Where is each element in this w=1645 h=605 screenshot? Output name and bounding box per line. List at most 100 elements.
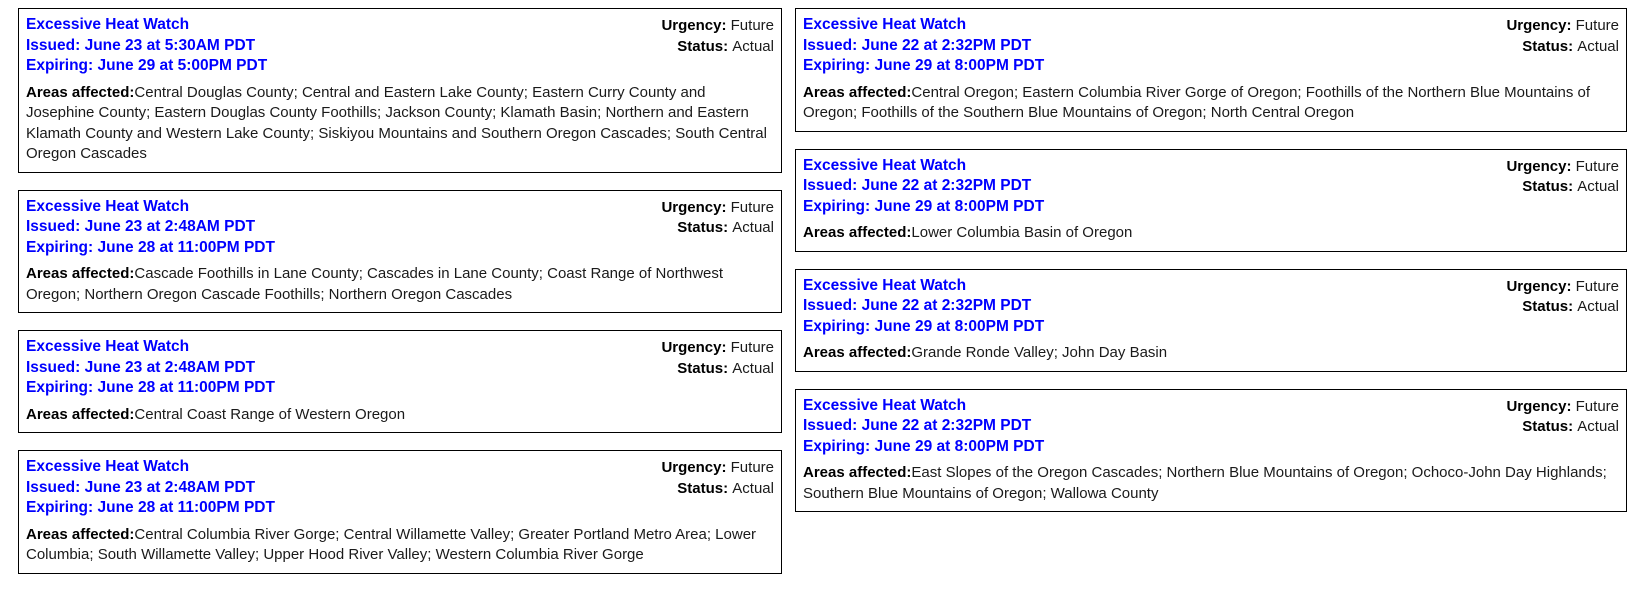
urgency-value: Future [730,339,774,356]
alert-urgency-row: Urgency: Future [1506,277,1619,298]
alert-card[interactable]: Excessive Heat Watch Issued: June 22 at … [795,148,1627,252]
alert-headline-block: Excessive Heat Watch Issued: June 23 at … [26,197,275,259]
alert-expiring-time: Expiring: June 29 at 8:00PM PDT [803,317,1045,335]
areas-affected-value: Central Oregon; Eastern Columbia River G… [803,83,1591,122]
status-label: Status: [1522,37,1574,55]
status-value: Actual [1577,298,1619,315]
status-label: Status: [677,37,729,55]
alert-card[interactable]: Excessive Heat Watch Issued: June 23 at … [18,330,782,433]
alert-card[interactable]: Excessive Heat Watch Issued: June 23 at … [18,189,782,313]
alert-card-header: Excessive Heat Watch Issued: June 22 at … [803,276,1619,338]
alert-areas-row: Areas affected:Central Oregon; Eastern C… [803,83,1619,124]
alert-headline-block: Excessive Heat Watch Issued: June 23 at … [26,15,267,77]
alert-urgency-row: Urgency: Future [1506,397,1619,418]
urgency-label: Urgency: [661,198,727,216]
alert-urgency-row: Urgency: Future [661,16,774,37]
urgency-label: Urgency: [661,17,727,34]
alert-meta-block: Urgency: Future Status: Actual [661,197,774,239]
alert-areas-row: Areas affected:Grande Ronde Valley; John… [803,343,1619,364]
alert-areas-row: Areas affected:Central Coast Range of We… [26,405,774,426]
alert-status-row: Status: Actual [677,37,774,58]
urgency-value: Future [1575,397,1619,415]
areas-affected-label: Areas affected: [26,83,135,101]
alert-areas-row: Areas affected:Central Columbia River Go… [26,525,774,566]
alert-status-row: Status: Actual [677,218,774,239]
status-label: Status: [677,479,729,497]
alert-headline-block: Excessive Heat Watch Issued: June 23 at … [26,337,275,399]
areas-affected-label: Areas affected: [26,405,135,423]
alert-issued-time: Issued: June 22 at 2:32PM PDT [803,297,1032,314]
urgency-label: Urgency: [1506,277,1572,295]
status-label: Status: [677,219,729,236]
alert-card-header: Excessive Heat Watch Issued: June 22 at … [803,396,1619,458]
alert-card[interactable]: Excessive Heat Watch Issued: June 23 at … [18,8,782,173]
alert-urgency-row: Urgency: Future [661,338,774,359]
urgency-value: Future [1575,277,1619,295]
alert-urgency-row: Urgency: Future [1506,16,1619,37]
alert-status-row: Status: Actual [1522,417,1619,438]
alerts-board: Excessive Heat Watch Issued: June 23 at … [0,0,1645,591]
alert-card-header: Excessive Heat Watch Issued: June 22 at … [803,156,1619,218]
alert-expiring-time: Expiring: June 28 at 11:00PM PDT [26,379,275,396]
alert-issued-time: Issued: June 22 at 2:32PM PDT [803,177,1032,194]
alert-meta-block: Urgency: Future Status: Actual [1506,156,1619,198]
alert-event-title: Excessive Heat Watch [26,458,190,475]
alert-status-row: Status: Actual [1522,37,1619,58]
status-value: Actual [1577,37,1619,55]
areas-affected-value: East Slopes of the Oregon Cascades; Nort… [803,464,1607,502]
urgency-value: Future [1575,17,1619,34]
areas-affected-label: Areas affected: [803,464,912,481]
alert-card[interactable]: Excessive Heat Watch Issued: June 22 at … [795,268,1627,372]
status-value: Actual [732,479,774,497]
alert-headline-block: Excessive Heat Watch Issued: June 22 at … [803,156,1044,218]
alert-areas-row: Areas affected:Central Douglas County; C… [26,83,774,165]
urgency-value: Future [1575,157,1619,175]
status-value: Actual [732,219,774,236]
alert-issued-time: Issued: June 23 at 2:48AM PDT [26,218,256,235]
alert-expiring-time: Expiring: June 28 at 11:00PM PDT [26,238,275,256]
alert-status-row: Status: Actual [677,479,774,500]
alert-card-header: Excessive Heat Watch Issued: June 23 at … [26,337,774,399]
alert-areas-row: Areas affected:East Slopes of the Oregon… [803,463,1619,504]
alert-meta-block: Urgency: Future Status: Actual [661,457,774,499]
alert-issued-time: Issued: June 23 at 2:48AM PDT [26,358,256,376]
alert-meta-block: Urgency: Future Status: Actual [1506,396,1619,438]
areas-affected-value: Lower Columbia Basin of Oregon [911,224,1133,241]
alert-issued-time: Issued: June 22 at 2:32PM PDT [803,36,1032,54]
alert-event-title: Excessive Heat Watch [26,338,190,355]
urgency-label: Urgency: [661,459,727,476]
alert-card[interactable]: Excessive Heat Watch Issued: June 22 at … [795,388,1627,512]
alert-card[interactable]: Excessive Heat Watch Issued: June 22 at … [795,8,1627,132]
alert-expiring-time: Expiring: June 29 at 8:00PM PDT [803,57,1045,74]
alert-card[interactable]: Excessive Heat Watch Issued: June 23 at … [18,450,782,574]
status-value: Actual [1577,418,1619,435]
alert-event-title: Excessive Heat Watch [803,156,967,174]
urgency-label: Urgency: [1506,397,1572,415]
areas-affected-value: Central Douglas County; Central and East… [26,83,767,163]
alert-issued-time: Issued: June 22 at 2:32PM PDT [803,417,1032,434]
status-label: Status: [1522,178,1574,195]
alerts-column-right: Excessive Heat Watch Issued: June 22 at … [795,8,1627,529]
alert-issued-time: Issued: June 23 at 5:30AM PDT [26,36,256,54]
areas-affected-label: Areas affected: [26,265,135,282]
alert-status-row: Status: Actual [677,359,774,380]
areas-affected-label: Areas affected: [803,83,912,101]
alert-card-header: Excessive Heat Watch Issued: June 23 at … [26,457,774,519]
alert-issued-time: Issued: June 23 at 2:48AM PDT [26,478,256,496]
alert-headline-block: Excessive Heat Watch Issued: June 22 at … [803,396,1044,458]
status-value: Actual [1577,178,1619,195]
alert-expiring-time: Expiring: June 28 at 11:00PM PDT [26,499,275,516]
alert-card-header: Excessive Heat Watch Issued: June 23 at … [26,15,774,77]
alert-headline-block: Excessive Heat Watch Issued: June 22 at … [803,276,1044,338]
alert-areas-row: Areas affected:Lower Columbia Basin of O… [803,223,1619,244]
alert-meta-block: Urgency: Future Status: Actual [1506,276,1619,318]
alert-status-row: Status: Actual [1522,177,1619,198]
areas-affected-label: Areas affected: [26,525,135,543]
status-label: Status: [1522,298,1574,315]
urgency-value: Future [730,17,774,34]
alert-event-title: Excessive Heat Watch [803,16,967,33]
alert-meta-block: Urgency: Future Status: Actual [661,15,774,57]
alert-status-row: Status: Actual [1522,297,1619,318]
status-value: Actual [732,37,774,55]
status-label: Status: [1522,418,1574,435]
